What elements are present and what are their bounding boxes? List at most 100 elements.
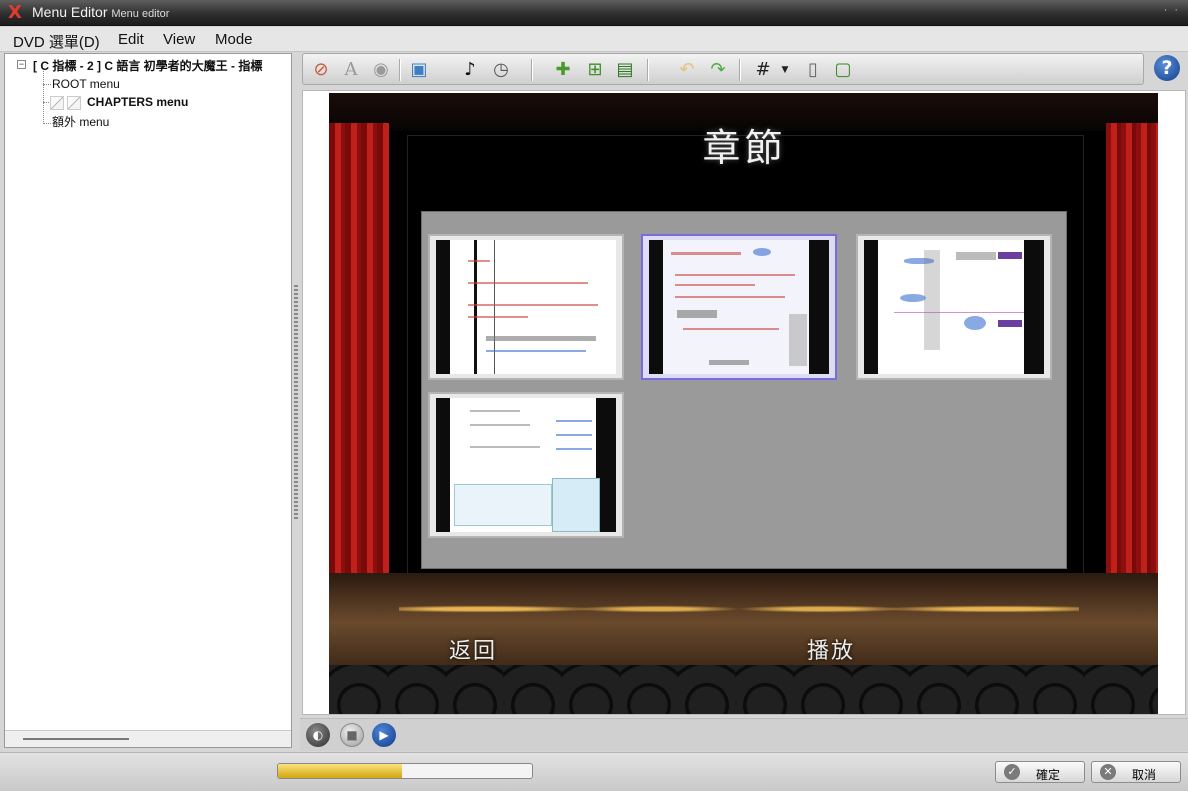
chapter-thumbnail-4[interactable] [428,392,624,538]
slide-preview [436,398,616,532]
grid-icon[interactable]: # [751,58,775,82]
letterbox-bar [864,240,878,374]
safe-area-icon[interactable]: ▯ [801,58,825,82]
slide-text-line [675,274,795,276]
menu-edit[interactable]: Edit [118,31,144,48]
help-icon[interactable]: ? [1154,55,1180,81]
window-controls[interactable]: · · [1164,4,1180,16]
grid-dropdown-icon[interactable]: ▼ [779,58,791,82]
progress-bar [277,763,533,779]
memory-diagram [924,250,940,350]
chapter-thumbnail-3[interactable] [856,234,1052,380]
add-chapter-icon[interactable]: ▤ [613,58,637,82]
progress-fill [278,764,403,778]
tree-item-chapters-menu[interactable]: CHAPTERS menu [87,95,188,109]
stage-footlights [399,591,1079,621]
play-icon[interactable]: ▶ [372,723,396,747]
cancel-button[interactable]: ✕ 取消 [1091,761,1181,783]
play-menu-button[interactable]: 播放 [807,633,855,665]
undo-icon[interactable]: ↶ [675,58,699,82]
slide-box [709,360,749,365]
slide-text-line [683,328,779,330]
menu-preview-canvas[interactable]: 章節 返回 播放 [329,93,1158,714]
page-icon [50,96,64,110]
letterbox-bar [649,240,663,374]
slide-text-line [675,284,755,286]
annotation-text [556,420,592,422]
slide-code-line [470,446,540,448]
window-title: Menu Editor Menu editor [32,4,170,20]
memory-diagram [789,314,807,366]
slide-code-line [486,350,586,352]
frame-icon[interactable]: ▢ [831,58,855,82]
letterbox-bar [436,240,450,374]
tree-connector [43,71,45,124]
menu-view[interactable]: View [163,31,195,48]
chapter-thumbnail-1[interactable] [428,234,624,380]
chapters-title[interactable]: 章節 [407,117,1082,172]
menu-bar: DVD 選單(D) Edit View Mode [0,27,1188,52]
tree-connector [43,84,51,86]
add-button-icon[interactable]: ⊞ [583,58,607,82]
toolbar-separator [647,59,649,81]
slide-text-line [675,296,785,298]
editor-toolbar: ⊘ A ◉ ▣ ♪ ◷ ✚ ⊞ ▤ ↶ ↷ # ▼ ▯ ▢ [302,53,1144,85]
slide-text-line [468,260,490,262]
ok-button-label: 確定 [1036,768,1061,782]
curtain-left [329,123,389,643]
output-box [454,484,552,526]
slide-code-line [470,424,530,426]
annotation-text [556,448,592,450]
annotation-circle [753,248,771,256]
menu-dvd[interactable]: DVD 選單(D) [13,31,100,52]
menu-mode[interactable]: Mode [215,31,253,48]
tree-collapse-icon[interactable]: − [17,60,26,69]
panel-splitter[interactable] [294,285,298,520]
menu-tree-panel: − [ C 指標 - 2 ] C 語言 初學者的大魔王 - 指標 ROOT me… [4,53,292,748]
disc-icon[interactable]: ◐ [306,723,330,747]
annotation-scribble [900,294,926,302]
slide-heading [671,252,741,255]
back-menu-button[interactable]: 返回 [449,633,497,665]
music-icon[interactable]: ♪ [458,58,482,82]
cancel-button-label: 取消 [1132,768,1157,782]
ok-button[interactable]: ✓ 確定 [995,761,1085,783]
tree-connector [43,123,51,125]
slide-preview [436,240,616,374]
theater-seats [329,665,1158,714]
slide-box [956,252,996,260]
app-x-icon: X [8,2,22,23]
scrollbar-thumb[interactable] [23,738,129,740]
eye-icon[interactable]: ◉ [369,58,393,82]
stop-icon[interactable]: ■ [340,723,364,747]
toolbar-separator [399,59,401,81]
brush-icon[interactable]: ⊘ [309,58,333,82]
slide-code-line [486,336,596,341]
slide-text-line [468,282,588,284]
redo-icon[interactable]: ↷ [706,58,730,82]
tree-horizontal-scrollbar[interactable] [5,730,291,747]
toolbar-separator [531,59,533,81]
toolbar-separator [739,59,741,81]
chapter-thumbnail-2[interactable] [641,234,837,380]
timer-icon[interactable]: ◷ [489,58,513,82]
background-settings-icon[interactable]: ▣ [407,58,431,82]
slide-code-line [470,410,520,412]
curtain-right [1106,123,1158,643]
letterbox-bar [436,398,450,532]
tree-root-item[interactable]: [ C 指標 - 2 ] C 語言 初學者的大魔王 - 指標 [33,57,262,74]
slide-box [677,310,717,318]
letterbox-bar [809,240,829,374]
label-tag [998,320,1022,327]
add-item-icon[interactable]: ✚ [551,58,575,82]
status-bar: ✓ 確定 ✕ 取消 [0,752,1188,791]
close-icon: ✕ [1100,764,1116,780]
check-icon: ✓ [1004,764,1020,780]
text-icon[interactable]: A [339,58,363,82]
letterbox-bar [1024,240,1044,374]
tree-item-extra-menu[interactable]: 額外 menu [52,113,109,130]
chapter-grid [421,211,1067,569]
slide-text-line [468,316,528,318]
tree-item-root-menu[interactable]: ROOT menu [52,77,120,91]
slide-preview [649,240,829,374]
